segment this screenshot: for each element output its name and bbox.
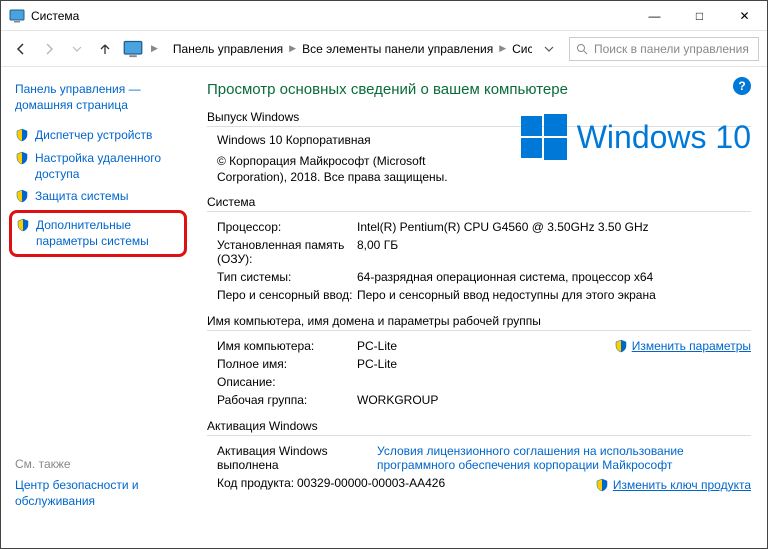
window-title: Система xyxy=(31,9,632,23)
windows-logo-icon xyxy=(521,114,567,160)
shield-icon xyxy=(614,339,628,353)
window-controls: ― □ ✕ xyxy=(632,1,767,30)
search-placeholder: Поиск в панели управления xyxy=(594,42,749,56)
sidebar-item-label: Диспетчер устройств xyxy=(35,127,152,143)
windows-logo: Windows 10 xyxy=(521,114,751,160)
value: PC-Lite xyxy=(357,339,614,353)
maximize-button[interactable]: □ xyxy=(677,1,722,30)
shield-icon xyxy=(15,151,29,165)
breadcrumb[interactable]: Панель управления ▶ Все элементы панели … xyxy=(164,37,533,61)
recent-button[interactable] xyxy=(65,37,89,61)
value: 00329-00000-00003-AA426 xyxy=(297,476,595,492)
label: Имя компьютера: xyxy=(207,339,357,353)
label: Рабочая группа: xyxy=(207,393,357,407)
chevron-right-icon: ▶ xyxy=(287,43,298,54)
windows-logo-text: Windows 10 xyxy=(577,119,751,156)
chevron-right-icon[interactable]: ▶ xyxy=(149,43,160,54)
section-header: Активация Windows xyxy=(207,419,751,436)
search-input[interactable]: Поиск в панели управления xyxy=(569,37,759,61)
shield-icon xyxy=(16,218,30,232)
activation-section: Активация Windows Активация Windows выпо… xyxy=(207,419,751,494)
search-icon xyxy=(576,43,588,55)
control-panel-home-link[interactable]: Панель управления — домашняя страница xyxy=(15,81,181,113)
help-icon[interactable]: ? xyxy=(733,77,751,95)
breadcrumb-item[interactable]: Панель управления xyxy=(169,42,287,56)
sidebar-item-advanced-highlight: Дополнительные параметры системы xyxy=(9,210,187,256)
sidebar-item-advanced-settings[interactable]: Дополнительные параметры системы xyxy=(16,217,178,249)
see-also-header: См. также xyxy=(15,457,181,471)
change-product-key-link[interactable]: Изменить ключ продукта xyxy=(595,478,751,492)
value: Перо и сенсорный ввод недоступны для это… xyxy=(357,288,751,302)
label: Процессор: xyxy=(207,220,357,234)
change-settings-link[interactable]: Изменить параметры xyxy=(614,339,751,353)
breadcrumb-item[interactable]: Все элементы панели управления xyxy=(298,42,497,56)
sidebar: Панель управления — домашняя страница Ди… xyxy=(1,67,191,548)
edition-name: Windows 10 Корпоративная xyxy=(217,133,467,147)
label: Тип системы: xyxy=(207,270,357,284)
minimize-button[interactable]: ― xyxy=(632,1,677,30)
link-label: Изменить ключ продукта xyxy=(613,478,751,492)
forward-button[interactable] xyxy=(37,37,61,61)
main-content: ? Просмотр основных сведений о вашем ком… xyxy=(191,67,767,548)
value xyxy=(357,375,751,389)
chevron-down-icon[interactable] xyxy=(537,37,561,61)
windows-edition-section: Выпуск Windows Windows 10 Windows 10 Кор… xyxy=(207,110,751,185)
shield-icon xyxy=(15,128,29,142)
value: 64-разрядная операционная система, проце… xyxy=(357,270,751,284)
label: Код продукта: xyxy=(207,476,297,492)
section-header: Имя компьютера, имя домена и параметры р… xyxy=(207,314,751,331)
label: Активация Windows выполнена xyxy=(207,444,377,472)
see-also-section: См. также Центр безопасности и обслужива… xyxy=(15,457,181,509)
sidebar-item-label: Настройка удаленного доступа xyxy=(35,150,181,182)
sidebar-item-label: Дополнительные параметры системы xyxy=(36,217,178,249)
titlebar: Система ― □ ✕ xyxy=(1,1,767,31)
label: Описание: xyxy=(207,375,357,389)
value: WORKGROUP xyxy=(357,393,751,407)
edition-copyright: © Корпорация Майкрософт (Microsoft Corpo… xyxy=(217,153,467,185)
link-label: Изменить параметры xyxy=(632,339,751,353)
up-button[interactable] xyxy=(93,37,117,61)
sidebar-item-device-manager[interactable]: Диспетчер устройств xyxy=(15,127,181,143)
label: Перо и сенсорный ввод: xyxy=(207,288,357,302)
computer-name-section: Имя компьютера, имя домена и параметры р… xyxy=(207,314,751,409)
close-button[interactable]: ✕ xyxy=(722,1,767,30)
computer-icon xyxy=(123,39,143,59)
chevron-right-icon: ▶ xyxy=(497,43,508,54)
navigation-toolbar: ▶ Панель управления ▶ Все элементы панел… xyxy=(1,31,767,67)
system-properties-window: Система ― □ ✕ ▶ Панель управления ▶ Все … xyxy=(0,0,768,549)
value: 8,00 ГБ xyxy=(357,238,751,266)
system-icon xyxy=(9,8,25,24)
label: Установленная память (ОЗУ): xyxy=(207,238,357,266)
breadcrumb-item[interactable]: Система xyxy=(508,42,533,56)
section-header: Система xyxy=(207,195,751,212)
back-button[interactable] xyxy=(9,37,33,61)
system-section: Система Процессор:Intel(R) Pentium(R) CP… xyxy=(207,195,751,304)
license-terms-link[interactable]: Условия лицензионного соглашения на испо… xyxy=(377,444,684,472)
shield-icon xyxy=(595,478,609,492)
shield-icon xyxy=(15,189,29,203)
page-title: Просмотр основных сведений о вашем компь… xyxy=(207,81,751,98)
security-center-link[interactable]: Центр безопасности и обслуживания xyxy=(15,477,181,509)
value: PC-Lite xyxy=(357,357,751,371)
sidebar-item-label: Защита системы xyxy=(35,188,128,204)
sidebar-item-remote-settings[interactable]: Настройка удаленного доступа xyxy=(15,150,181,182)
label: Полное имя: xyxy=(207,357,357,371)
sidebar-item-system-protection[interactable]: Защита системы xyxy=(15,188,181,204)
value: Intel(R) Pentium(R) CPU G4560 @ 3.50GHz … xyxy=(357,220,751,234)
